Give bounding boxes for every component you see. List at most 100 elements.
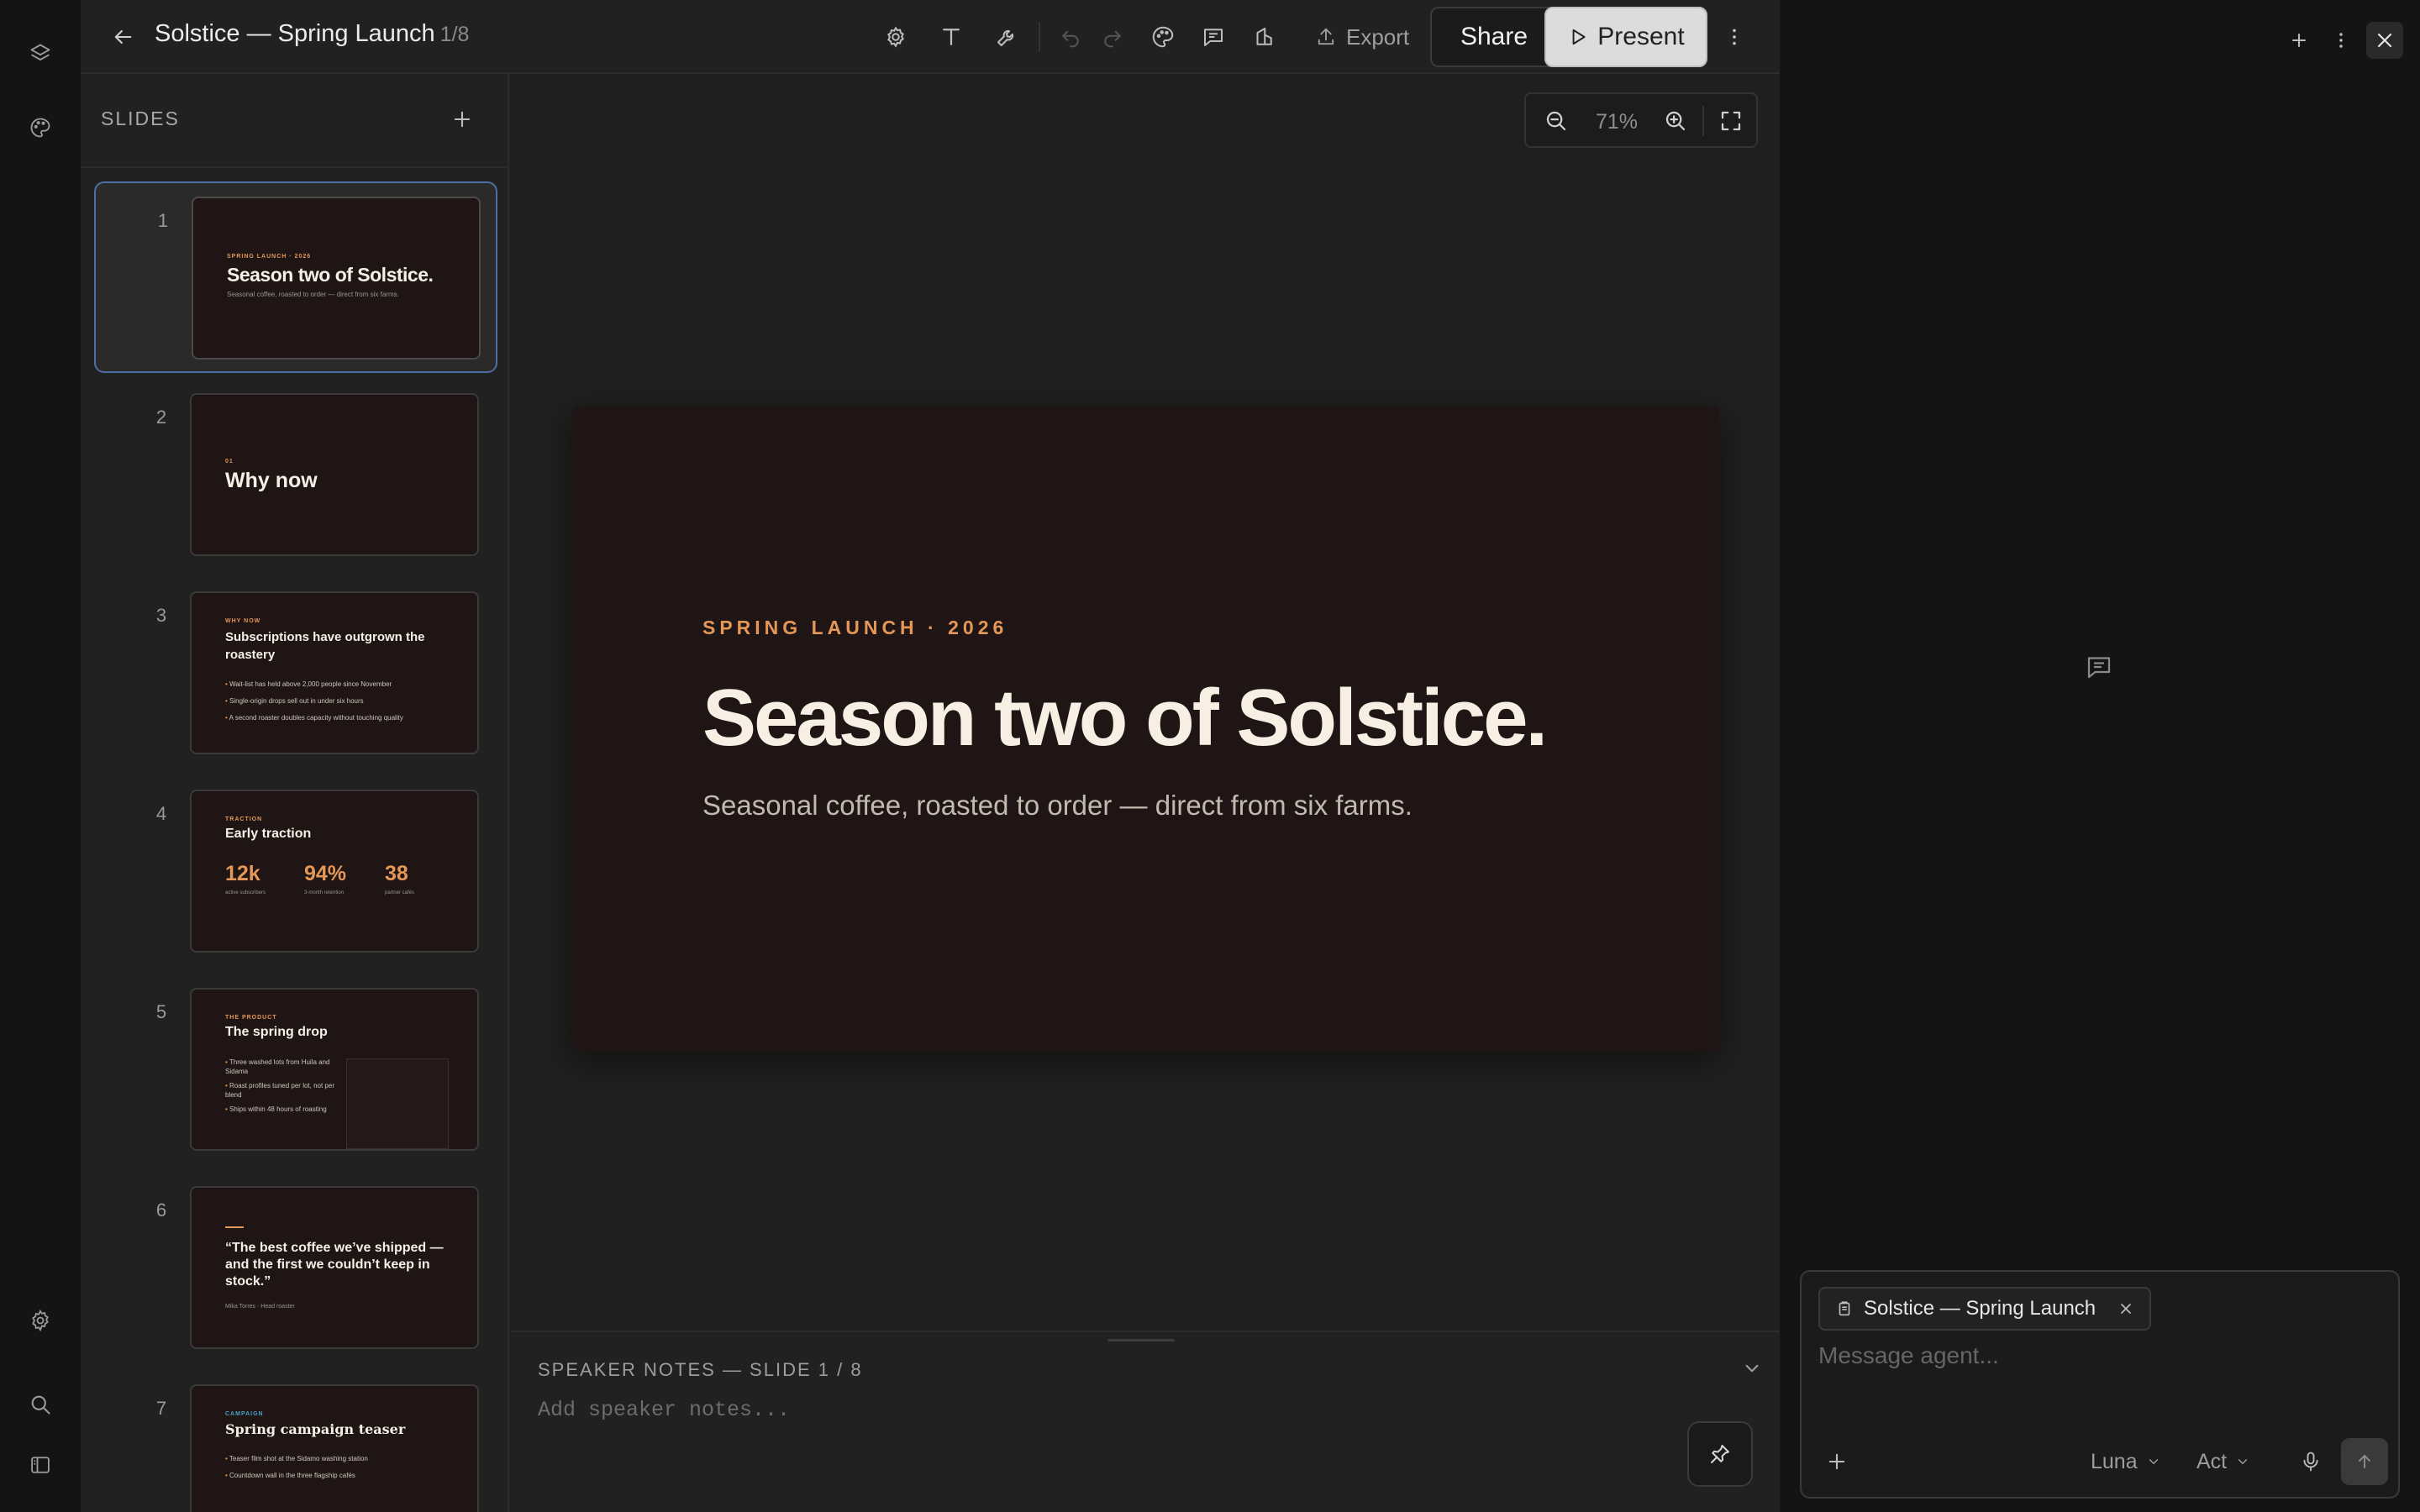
slide-canvas: 71% SPRING LAUNCH · 2026 Season two of S… (511, 74, 1780, 1331)
sidebar-toggle-icon[interactable] (20, 1445, 60, 1485)
document-title-text: Solstice — Spring Launch (155, 20, 435, 47)
zoom-out-icon[interactable] (1538, 102, 1575, 139)
slides-panel-header: SLIDES (81, 74, 508, 168)
thumb-accent-rule (225, 1226, 244, 1228)
slide-thumbnail-6[interactable]: 6 “The best coffee we’ve shipped — and t… (94, 1173, 497, 1364)
add-slide-plus-icon[interactable] (444, 101, 481, 138)
speaker-notes-label: SPEAKER NOTES — SLIDE 1 / 8 (538, 1359, 863, 1380)
thumb-title: Spring campaign teaser (225, 1421, 406, 1437)
slide-kicker[interactable]: SPRING LAUNCH · 2026 (702, 617, 1007, 639)
thumb-attribution: Mika Torres · Head roaster (225, 1304, 295, 1310)
slide-number: 5 (155, 1001, 167, 1022)
clipboard-icon (1839, 1301, 1850, 1316)
slide-title[interactable]: Season two of Solstice. (702, 672, 1548, 764)
send-arrow-icon[interactable] (2341, 1438, 2388, 1485)
theme-palette-icon[interactable] (1144, 18, 1181, 55)
back-arrow-icon[interactable] (104, 18, 141, 55)
speaker-notes-input[interactable] (538, 1393, 1714, 1426)
settings-gear-icon[interactable] (20, 1300, 60, 1341)
shapes-icon[interactable] (1245, 18, 1282, 55)
fullscreen-icon[interactable] (1712, 102, 1749, 139)
palette-icon[interactable] (20, 108, 60, 148)
thumb-stat-label: partner cafés (385, 890, 415, 895)
slide-counter: 1/8 (439, 23, 470, 46)
layers-icon[interactable] (20, 34, 60, 74)
thumb-stat-value: 38 (385, 862, 408, 885)
speaker-notes-panel: SPEAKER NOTES — SLIDE 1 / 8 (511, 1331, 1780, 1512)
slide-thumbnail-5[interactable]: 5 THE PRODUCT The spring drop Three wash… (94, 974, 497, 1166)
slide-number: 2 (155, 407, 167, 428)
settings-icon[interactable] (877, 18, 914, 55)
slide-number: 4 (155, 803, 167, 824)
context-chip[interactable]: Solstice — Spring Launch (1818, 1287, 2152, 1331)
slide-thumbnail-7[interactable]: 7 CAMPAIGN Spring campaign teaser Teaser… (94, 1371, 497, 1512)
message-input[interactable] (1818, 1342, 2381, 1393)
thumb-kicker: 01 (225, 459, 234, 465)
more-vertical-icon[interactable] (1716, 18, 1753, 55)
thumb-bullet: A second roaster doubles capacity withou… (225, 714, 403, 722)
slide-thumbnail-2[interactable]: 2 01 Why now (94, 380, 497, 571)
attach-plus-icon[interactable] (1818, 1443, 1855, 1480)
text-tool-icon[interactable] (933, 18, 970, 55)
play-icon (1572, 29, 1586, 45)
zoom-level[interactable]: 71% (1583, 110, 1650, 134)
thumb-stat-label: active subscribers (225, 890, 266, 895)
thumb-kicker: TRACTION (225, 816, 263, 822)
zoom-controls: 71% (1524, 92, 1758, 148)
slide-preview: 01 Why now (190, 393, 479, 556)
mode-name: Act (2196, 1449, 2228, 1473)
thumb-bullet: Ships within 48 hours of roasting (225, 1105, 334, 1115)
slide-preview: TRACTION Early traction 12k active subsc… (190, 790, 479, 953)
thumb-title: The spring drop (225, 1025, 328, 1039)
thumb-bullet: Roast profiles tuned per lot, not per bl… (225, 1082, 334, 1100)
model-name: Luna (2091, 1449, 2138, 1473)
remove-context-icon[interactable] (2118, 1300, 2134, 1317)
slide-thumbnail-1[interactable]: 1 SPRING LAUNCH · 2026 Season two of Sol… (94, 181, 497, 373)
present-button[interactable]: Present (1544, 7, 1707, 67)
slide-number: 6 (155, 1200, 167, 1221)
model-selector[interactable]: Luna (2091, 1445, 2161, 1478)
mode-selector[interactable]: Act (2196, 1445, 2250, 1478)
share-button[interactable]: Share (1430, 7, 1558, 67)
slide-preview: WHY NOW Subscriptions have outgrown the … (190, 591, 479, 754)
slides-panel-title: SLIDES (101, 108, 180, 129)
slide-thumbnail-3[interactable]: 3 WHY NOW Subscriptions have outgrown th… (94, 578, 497, 769)
comment-icon[interactable] (1195, 18, 1232, 55)
pin-icon[interactable] (1687, 1421, 1753, 1487)
thumb-stat-value: 94% (304, 862, 347, 885)
zoom-divider (1702, 106, 1704, 136)
export-button[interactable]: Export (1304, 17, 1419, 57)
slides-panel: SLIDES 1 SPRING LAUNCH · 2026 Season two… (81, 74, 509, 1512)
microphone-icon[interactable] (2292, 1443, 2329, 1480)
document-title[interactable]: Solstice — Spring Launch 1/8 (155, 20, 469, 48)
slide-preview: “The best coffee we’ve shipped — and the… (190, 1186, 479, 1349)
slide-preview: SPRING LAUNCH · 2026 Season two of Solst… (192, 197, 481, 360)
zoom-in-icon[interactable] (1657, 102, 1694, 139)
redo-icon[interactable] (1094, 18, 1131, 55)
export-label: Export (1346, 24, 1410, 50)
thumb-bullet: Teaser film shot at the Sidamo washing s… (225, 1455, 368, 1462)
close-icon[interactable] (2366, 22, 2403, 59)
undo-icon[interactable] (1052, 18, 1089, 55)
resize-handle[interactable] (1107, 1339, 1175, 1341)
thumb-bullet: Three washed lots from Huila and Sidama (225, 1058, 334, 1077)
tools-wrench-icon[interactable] (988, 18, 1025, 55)
current-slide[interactable]: SPRING LAUNCH · 2026 Season two of Solst… (571, 407, 1719, 1052)
slide-thumbnail-4[interactable]: 4 TRACTION Early traction 12k active sub… (94, 776, 497, 968)
search-icon[interactable] (20, 1384, 60, 1425)
thumb-bullet: Countdown wall in the three flagship caf… (225, 1472, 355, 1479)
thumb-stat-value: 12k (225, 862, 260, 885)
chevron-down-icon[interactable] (1741, 1357, 1766, 1383)
chat-bubble-icon (2084, 652, 2121, 689)
thumb-kicker: CAMPAIGN (225, 1411, 264, 1417)
slide-subtitle[interactable]: Seasonal coffee, roasted to order — dire… (702, 790, 1413, 822)
slide-preview: CAMPAIGN Spring campaign teaser Teaser f… (190, 1384, 479, 1512)
agent-more-icon[interactable] (2323, 22, 2360, 59)
upload-icon (1318, 28, 1334, 45)
thumb-bullet: Wait-list has held above 2,000 people si… (225, 680, 392, 688)
thumb-title: Why now (225, 469, 318, 492)
context-chip-label: Solstice — Spring Launch (1864, 1297, 2096, 1320)
new-chat-plus-icon[interactable] (2281, 22, 2317, 59)
thumb-title: Season two of Solstice. (227, 264, 434, 286)
slide-editor: Solstice — Spring Launch 1/8 Export Shar… (81, 0, 1780, 1512)
